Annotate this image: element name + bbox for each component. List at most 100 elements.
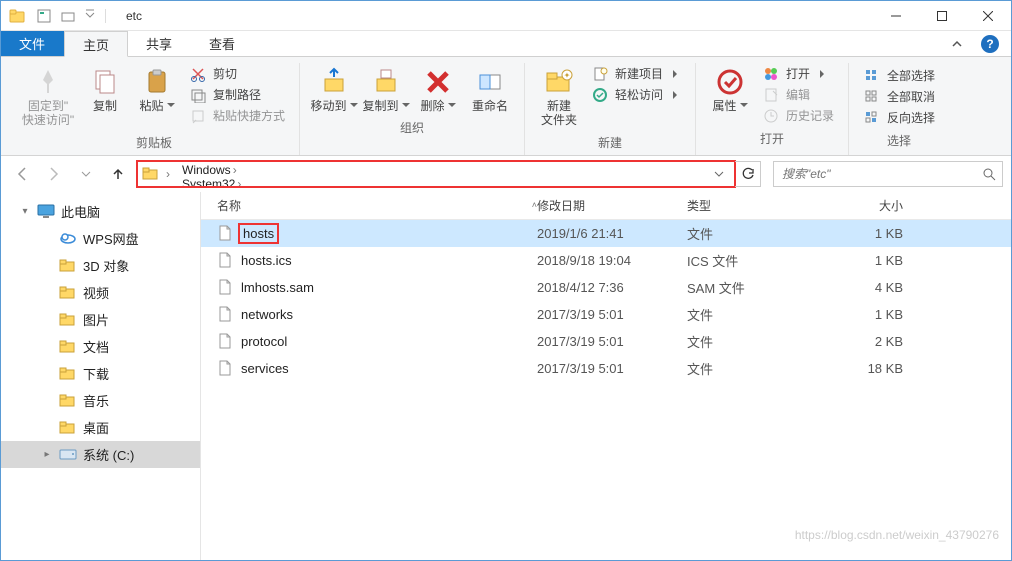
select-none-button[interactable]: 全部取消	[863, 88, 935, 105]
file-row[interactable]: protocol2017/3/19 5:01文件2 KB	[201, 328, 1011, 355]
file-name: lmhosts.sam	[241, 280, 314, 295]
copy-path-button[interactable]: 复制路径	[189, 86, 285, 103]
ribbon-tabs: 文件 主页 共享 查看 ?	[1, 31, 1011, 57]
file-type: 文件	[687, 305, 827, 324]
navpane-this-pc[interactable]: ▾ 此电脑	[1, 198, 200, 225]
ribbon-group-organize: 移动到 复制到 删除 重命名 组织	[300, 63, 525, 155]
title-bar: etc	[1, 1, 1011, 31]
file-row[interactable]: lmhosts.sam2018/4/12 7:36SAM 文件4 KB	[201, 274, 1011, 301]
new-folder-button[interactable]: ✦ 新建 文件夹	[533, 63, 585, 130]
search-box[interactable]	[773, 161, 1003, 187]
open-button[interactable]: 打开	[762, 65, 834, 82]
ribbon: 固定到" 快速访问" 复制 粘贴 剪切 复制路径 粘贴快捷方式 剪贴板 移动到	[1, 57, 1011, 156]
back-button[interactable]	[9, 161, 35, 187]
column-headers[interactable]: 名称˄ 修改日期 类型 大小	[201, 192, 1011, 220]
cut-button[interactable]: 剪切	[189, 65, 285, 82]
paste-button[interactable]: 粘贴	[131, 63, 183, 115]
folder-icon	[142, 165, 160, 183]
file-row[interactable]: networks2017/3/19 5:01文件1 KB	[201, 301, 1011, 328]
ribbon-group-clipboard: 固定到" 快速访问" 复制 粘贴 剪切 复制路径 粘贴快捷方式 剪贴板	[9, 63, 300, 155]
navpane-item[interactable]: 桌面	[1, 414, 200, 441]
rename-button[interactable]: 重命名	[464, 63, 516, 115]
file-list[interactable]: hosts2019/1/6 21:41文件1 KBhosts.ics2018/9…	[201, 220, 1011, 560]
navpane-item[interactable]: 3D 对象	[1, 252, 200, 279]
edit-button[interactable]: 编辑	[762, 86, 834, 103]
navpane-item-icon	[59, 419, 77, 435]
easy-access-button[interactable]: 轻松访问	[591, 86, 681, 103]
file-icon	[217, 306, 233, 322]
file-date: 2017/3/19 5:01	[537, 361, 687, 376]
new-item-button[interactable]: 新建项目	[591, 65, 681, 82]
tab-file[interactable]: 文件	[1, 31, 64, 56]
file-date: 2017/3/19 5:01	[537, 334, 687, 349]
file-icon	[217, 333, 233, 349]
collapse-ribbon-icon[interactable]	[947, 34, 967, 54]
window-title: etc	[112, 9, 142, 23]
close-button[interactable]	[965, 1, 1011, 31]
navpane-item[interactable]: 视频	[1, 279, 200, 306]
ribbon-group-select: 全部选择 全部取消 反向选择 选择	[849, 63, 949, 155]
navpane-item-icon	[59, 392, 77, 408]
navigation-pane[interactable]: ▾ 此电脑 WPS网盘3D 对象视频图片文档下载音乐桌面▸系统 (C:)	[1, 192, 201, 560]
folder-icon	[9, 8, 25, 24]
recent-locations-icon[interactable]	[73, 161, 99, 187]
file-icon	[217, 225, 233, 241]
tab-view[interactable]: 查看	[191, 31, 254, 56]
file-name: hosts	[241, 226, 276, 241]
navpane-item[interactable]: 图片	[1, 306, 200, 333]
select-all-button[interactable]: 全部选择	[863, 67, 935, 84]
file-name: services	[241, 361, 289, 376]
file-icon	[217, 252, 233, 268]
qat-dropdown-icon[interactable]	[85, 9, 95, 23]
tab-share[interactable]: 共享	[128, 31, 191, 56]
file-type: ICS 文件	[687, 251, 827, 270]
navpane-item-icon	[59, 311, 77, 327]
file-date: 2018/4/12 7:36	[537, 280, 687, 295]
copy-button[interactable]: 复制	[79, 63, 131, 115]
invert-selection-button[interactable]: 反向选择	[863, 109, 935, 126]
file-type: 文件	[687, 332, 827, 351]
file-row[interactable]: hosts.ics2018/9/18 19:04ICS 文件1 KB	[201, 247, 1011, 274]
qat-new-folder-icon[interactable]	[61, 9, 75, 23]
navpane-item[interactable]: 下载	[1, 360, 200, 387]
file-row[interactable]: services2017/3/19 5:01文件18 KB	[201, 355, 1011, 382]
navpane-item[interactable]: 文档	[1, 333, 200, 360]
properties-button[interactable]: 属性	[704, 63, 756, 115]
file-type: 文件	[687, 359, 827, 378]
move-to-button[interactable]: 移动到	[308, 63, 360, 115]
navpane-item-icon	[59, 230, 77, 246]
file-list-pane: 名称˄ 修改日期 类型 大小 hosts2019/1/6 21:41文件1 KB…	[201, 192, 1011, 560]
maximize-button[interactable]	[919, 1, 965, 31]
navpane-item-icon	[59, 284, 77, 300]
minimize-button[interactable]	[873, 1, 919, 31]
qat-properties-icon[interactable]	[37, 9, 51, 23]
tab-home[interactable]: 主页	[64, 31, 128, 57]
breadcrumb-segment[interactable]: System32 ›	[176, 177, 247, 187]
copy-to-button[interactable]: 复制到	[360, 63, 412, 115]
pin-quickaccess-button[interactable]: 固定到" 快速访问"	[17, 63, 79, 130]
breadcrumb-segment[interactable]: Windows ›	[176, 163, 247, 177]
navpane-item[interactable]: WPS网盘	[1, 225, 200, 252]
content-area: ▾ 此电脑 WPS网盘3D 对象视频图片文档下载音乐桌面▸系统 (C:) 名称˄…	[1, 192, 1011, 560]
search-icon[interactable]	[982, 167, 996, 181]
delete-button[interactable]: 删除	[412, 63, 464, 115]
monitor-icon	[37, 203, 55, 219]
navpane-item[interactable]: 音乐	[1, 387, 200, 414]
paste-shortcut-button[interactable]: 粘贴快捷方式	[189, 107, 285, 124]
file-name: hosts.ics	[241, 253, 292, 268]
navpane-item[interactable]: ▸系统 (C:)	[1, 441, 200, 468]
forward-button[interactable]	[41, 161, 67, 187]
file-row[interactable]: hosts2019/1/6 21:41文件1 KB	[201, 220, 1011, 247]
address-dropdown-icon[interactable]	[708, 169, 730, 179]
up-button[interactable]	[105, 161, 131, 187]
refresh-button[interactable]	[735, 161, 761, 187]
navpane-item-icon	[59, 338, 77, 354]
navpane-item-icon	[59, 365, 77, 381]
ribbon-group-open: 属性 打开 编辑 历史记录 打开	[696, 63, 849, 155]
file-type: 文件	[687, 224, 827, 243]
help-icon[interactable]: ?	[981, 35, 999, 53]
file-icon	[217, 279, 233, 295]
search-input[interactable]	[780, 166, 982, 182]
history-button[interactable]: 历史记录	[762, 107, 834, 124]
address-bar[interactable]: › 此电脑 ›系统 (C:) ›Windows ›System32 ›drive…	[137, 161, 735, 187]
